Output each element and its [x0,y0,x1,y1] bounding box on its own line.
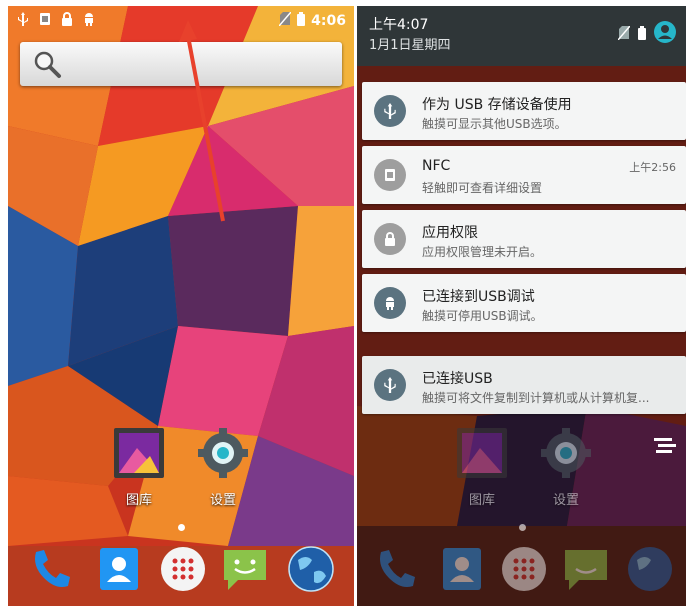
battery-icon [638,25,646,44]
gallery-label: 图库 [468,493,495,508]
settings-gear-icon [541,428,591,478]
swipe-down-arrow [179,20,225,222]
messaging-icon[interactable] [220,544,270,594]
dock [357,536,686,606]
settings-label: 设置 [209,493,236,508]
notification-nfc[interactable]: NFC 轻触即可查看详细设置 上午2:56 [362,146,686,204]
nfc-icon [374,159,406,191]
notification-text: 触摸可将文件复制到计算机或从计算机复... [422,391,650,405]
android-icon [374,287,406,319]
messaging-icon [565,550,607,590]
home-screen: 4:06 图库 设置 [8,6,354,606]
notification-title: 已连接到USB调试 [422,289,535,305]
contacts-icon [443,548,481,590]
browser-globe-icon[interactable] [286,544,336,594]
notification-usb-debugging[interactable]: 已连接到USB调试 触摸可停用USB调试。 [362,274,686,332]
settings-app: 设置 [531,426,601,508]
notification-text: 轻触即可查看详细设置 [422,181,543,195]
notification-title: 已连接USB [422,371,493,387]
settings-label: 设置 [552,493,579,508]
contacts-icon[interactable] [94,544,144,594]
settings-app[interactable]: 设置 [188,426,258,508]
browser-globe-icon [628,547,672,591]
gallery-app[interactable]: 图库 [104,426,174,508]
page-indicator [519,524,526,531]
notification-text: 应用权限管理未开启。 [422,245,543,259]
notification-shade-screen: 上午4:07 1月1日星期四 作为 USB 存储设备使用 触摸可显示其他USB选… [357,6,686,606]
notification-time: 上午2:56 [629,161,676,174]
notification-text: 触摸可停用USB调试。 [422,309,543,323]
dock [8,536,354,606]
gallery-app: 图库 [447,426,517,508]
phone-icon[interactable] [26,544,76,594]
notification-title: 作为 USB 存储设备使用 [422,97,572,113]
no-sim-icon [617,25,631,44]
notification-app-permissions[interactable]: 应用权限 应用权限管理未开启。 [362,210,686,268]
app-drawer-icon [502,547,546,591]
shade-time: 上午4:07 [369,17,429,33]
quick-settings-header[interactable]: 上午4:07 1月1日星期四 [357,6,686,66]
shade-date: 1月1日星期四 [369,38,451,53]
notification-title: 应用权限 [422,225,478,241]
phone-icon [380,550,415,587]
settings-gear-icon [198,428,248,478]
notification-usb-storage[interactable]: 作为 USB 存储设备使用 触摸可显示其他USB选项。 [362,82,686,140]
notification-text: 触摸可显示其他USB选项。 [422,117,567,131]
usb-icon [374,369,406,401]
user-avatar-icon[interactable] [654,21,676,47]
app-drawer-icon[interactable] [158,544,208,594]
gallery-icon [114,428,164,478]
notification-usb-connected[interactable]: 已连接USB 触摸可将文件复制到计算机或从计算机复... [362,356,686,414]
gallery-label: 图库 [125,493,152,508]
page-indicator [178,524,185,531]
notification-title: NFC [422,158,451,174]
clear-all-icon[interactable] [654,436,676,454]
usb-icon [374,95,406,127]
lock-icon [374,223,406,255]
gallery-icon [457,428,507,478]
